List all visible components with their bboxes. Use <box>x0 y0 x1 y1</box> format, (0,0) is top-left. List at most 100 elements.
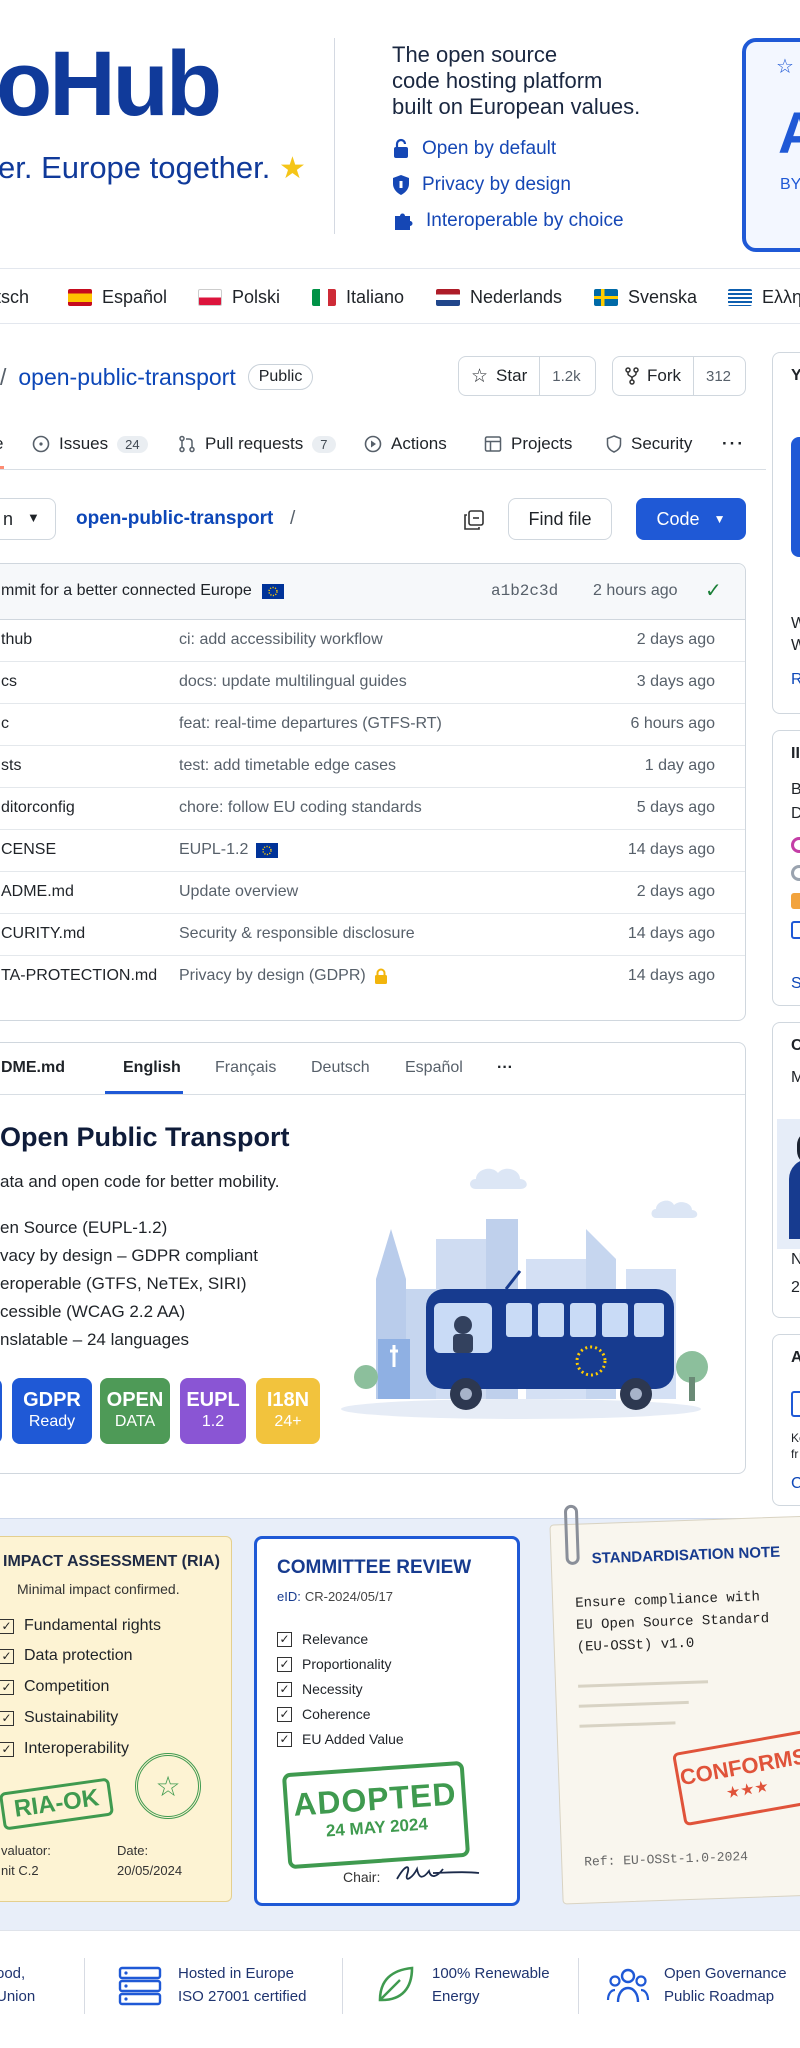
file-row[interactable]: cs docs: update multilingual guides 3 da… <box>0 662 745 704</box>
breadcrumb-path[interactable]: open-public-transport <box>76 508 273 530</box>
latest-commit-row[interactable]: mmit for a better connected Europe a1b2c… <box>0 564 745 620</box>
readme-lang-tab-spanish[interactable]: Español <box>405 1059 463 1077</box>
chair-label: Chair: <box>343 1869 381 1885</box>
code-button[interactable]: Code ▼ <box>636 498 746 540</box>
checkbox-checked-icon: ✓ <box>0 1618 14 1634</box>
footer-divider <box>84 1958 85 2014</box>
file-name[interactable]: cs <box>1 673 17 691</box>
msg-text: ci: add accessibility workflow <box>179 631 383 648</box>
lang-polish[interactable]: Polski <box>198 285 280 309</box>
feature-privacy[interactable]: Privacy by design <box>392 172 571 198</box>
file-row[interactable]: ADME.md Update overview 2 days ago <box>0 872 745 914</box>
tab-code[interactable]: e <box>0 432 3 456</box>
puzzle-icon <box>395 213 413 230</box>
sidebar-link[interactable]: C <box>791 1475 800 1493</box>
lang-italian[interactable]: Italiano <box>312 285 404 309</box>
file-name[interactable]: TA-PROTECTION.md <box>1 967 157 985</box>
file-row[interactable]: sts test: add timetable edge cases 1 day… <box>0 746 745 788</box>
tag-line1: EUPL <box>186 1389 240 1411</box>
pull-request-icon <box>179 435 195 453</box>
fork-button[interactable]: Fork 312 <box>612 356 746 396</box>
branch-selector[interactable]: n ▼ <box>0 498 56 540</box>
file-row[interactable]: ditorconfig chore: follow EU coding stan… <box>0 788 745 830</box>
fork-icon <box>625 367 639 385</box>
footer-divider <box>342 1958 343 2014</box>
sidebar-text: Ke <box>791 1431 800 1445</box>
file-name[interactable]: sts <box>1 757 21 775</box>
file-name[interactable]: CENSE <box>1 841 56 859</box>
feature-label: Open by default <box>422 138 557 159</box>
tag-badge-i18n: I18N 24+ <box>256 1378 320 1444</box>
lang-greek[interactable]: Ελλη <box>728 285 800 309</box>
leaf-icon <box>378 1966 414 2002</box>
commit-hash[interactable]: a1b2c3d <box>491 582 558 600</box>
sidebar-heading: A <box>791 1349 800 1367</box>
tab-security[interactable]: Security <box>606 432 692 456</box>
brand-logo[interactable]: oHub <box>0 38 222 130</box>
lang-swedish[interactable]: Svenska <box>594 285 697 309</box>
sidebar-link[interactable]: R <box>791 671 800 689</box>
feature-interop[interactable]: Interoperable by choice <box>392 208 624 234</box>
footer-line: Hosted in Europe <box>178 1965 294 1982</box>
feature-open[interactable]: Open by default <box>392 136 556 162</box>
ria-item-label: Sustainability <box>24 1709 119 1726</box>
file-commit-message: test: add timetable edge cases <box>179 757 396 775</box>
tag-line2: DATA <box>114 1413 156 1430</box>
lang-label: tsch <box>0 286 30 307</box>
repo-name-link[interactable]: open-public-transport <box>18 364 235 391</box>
chair-signature <box>396 1866 480 1880</box>
tag-badge-opendata: OPEN DATA <box>100 1378 170 1444</box>
standard-title: STANDARDISATION NOTE <box>591 1543 781 1568</box>
table-icon <box>484 436 502 452</box>
footer-line: Public Roadmap <box>664 1988 775 2005</box>
checkbox-checked-icon: ✓ <box>277 1731 292 1747</box>
ria-item-label: Data protection <box>24 1647 133 1664</box>
ria-item: ✓ Competition <box>0 1678 109 1696</box>
checkbox-checked-icon: ✓ <box>277 1656 292 1672</box>
file-date: 14 days ago <box>627 841 715 858</box>
tab-projects[interactable]: Projects <box>484 432 572 456</box>
file-row[interactable]: CENSE EUPL-1.2 14 days ago <box>0 830 745 872</box>
tab-pull-requests[interactable]: Pull requests 7 <box>178 432 336 456</box>
placeholder-line <box>578 1680 709 1688</box>
flag-italy-icon <box>312 288 336 306</box>
lang-dutch[interactable]: Nederlands <box>436 285 562 309</box>
tag-badge-eupl: EUPL 1.2 <box>180 1378 246 1444</box>
file-date: 3 days ago <box>636 673 715 690</box>
lang-spanish[interactable]: Español <box>68 285 167 309</box>
file-row[interactable]: c feat: real-time departures (GTFS-RT) 6… <box>0 704 745 746</box>
file-row[interactable]: CURITY.md Security & responsible disclos… <box>0 914 745 956</box>
lang-label: Polski <box>232 286 281 307</box>
date-value: 20/05/2024 <box>117 1863 183 1878</box>
sidebar-link[interactable]: S <box>791 975 800 993</box>
file-row[interactable]: TA-PROTECTION.md Privacy by design (GDPR… <box>0 956 745 998</box>
file-name[interactable]: thub <box>1 631 32 649</box>
tab-issues[interactable]: Issues 24 <box>32 432 148 456</box>
readme-lang-tab-english[interactable]: English <box>123 1059 181 1077</box>
code-label: Code <box>656 508 700 529</box>
file-name[interactable]: CURITY.md <box>1 925 85 943</box>
tab-actions[interactable]: Actions <box>364 432 447 456</box>
commit-message: mmit for a better connected Europe <box>1 582 284 600</box>
more-langs-button[interactable]: ··· <box>497 1059 513 1077</box>
file-row[interactable]: thub ci: add accessibility workflow 2 da… <box>0 620 745 662</box>
file-name[interactable]: ADME.md <box>1 883 74 901</box>
server-icon <box>118 1966 162 2006</box>
sidebar-text: W <box>791 615 800 633</box>
star-button[interactable]: ☆ Star 1.2k <box>458 356 596 396</box>
file-name[interactable]: ditorconfig <box>1 799 75 817</box>
copy-path-icon[interactable] <box>463 509 485 531</box>
lang-german[interactable]: tsch <box>0 285 29 309</box>
fork-count: 312 <box>693 357 743 395</box>
tag-line1: I18N <box>266 1389 310 1411</box>
readme-lang-tab-german[interactable]: Deutsch <box>311 1059 370 1077</box>
sidebar-text: fr <box>791 1447 799 1461</box>
flag-netherlands-icon <box>436 288 460 306</box>
more-tabs-button[interactable]: ··· <box>722 432 745 456</box>
hero-intro: The open source code hosting platform bu… <box>392 42 682 120</box>
readme-lang-tab-french[interactable]: Français <box>215 1059 276 1077</box>
flag-sweden-icon <box>594 288 618 306</box>
find-file-button[interactable]: Find file <box>508 498 612 540</box>
file-name[interactable]: c <box>1 715 9 733</box>
ria-title: IMPACT ASSESSMENT (RIA) <box>3 1553 220 1570</box>
